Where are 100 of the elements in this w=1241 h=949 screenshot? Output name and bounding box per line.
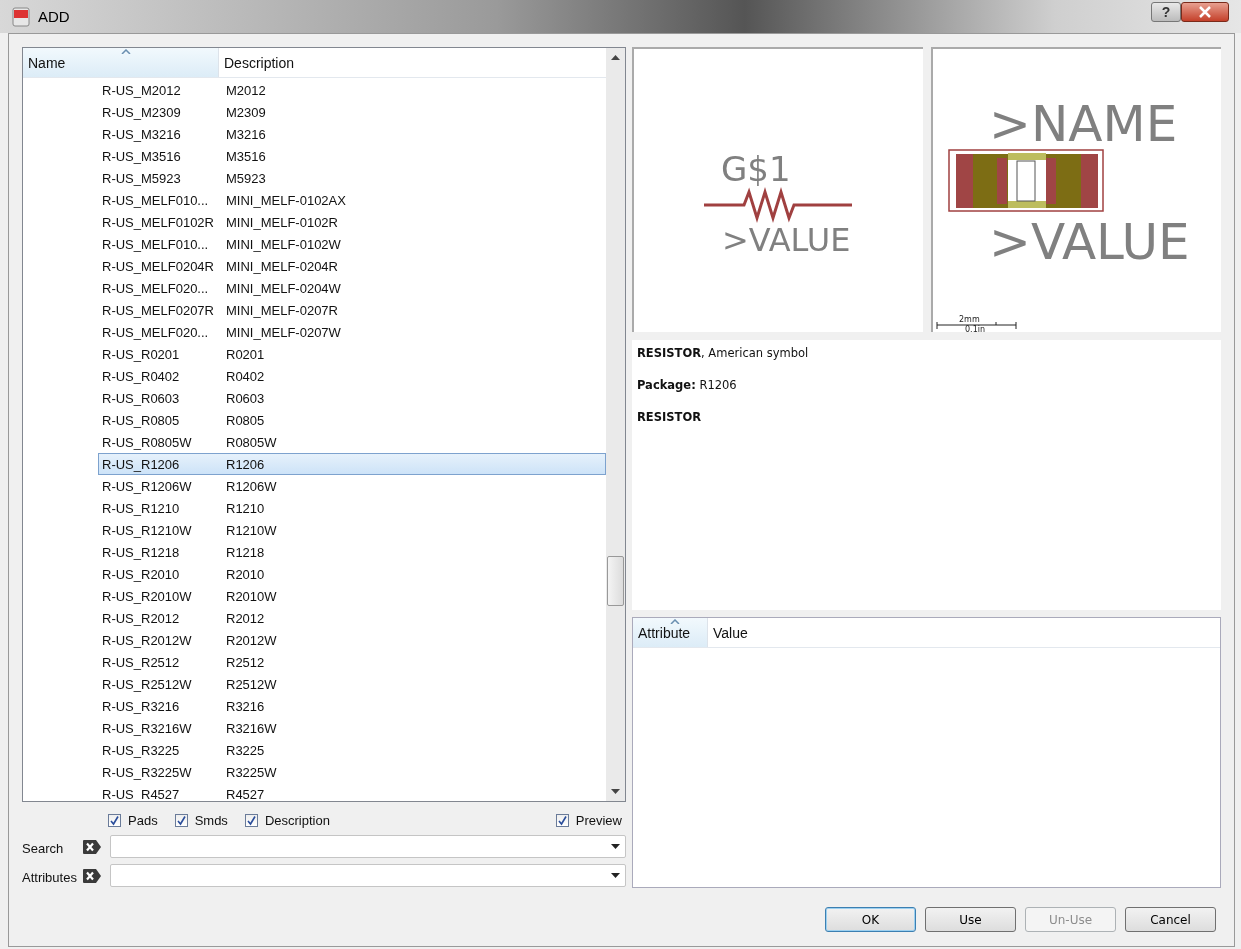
filter-checkbox[interactable]: Pads	[108, 812, 158, 828]
column-header[interactable]: Description	[219, 48, 606, 77]
name-cell-text: R-US_MELF0102R	[101, 214, 215, 230]
checkmark-icon	[109, 814, 120, 826]
filter-checkbox[interactable]: Description	[244, 812, 330, 828]
list-row[interactable]: R-US_MELF020... MINI_MELF-0207W	[98, 321, 606, 343]
name-cell-text: R-US_R1206W	[101, 478, 193, 494]
name-cell-text: R-US_R0603	[101, 390, 181, 406]
name-cell-text: R-US_MELF020...	[101, 324, 210, 340]
name-cell-text: R-US_R1218	[101, 544, 181, 560]
description-cell: MINI_MELF-0204W	[226, 280, 341, 296]
name-cell-text: R-US_R1210W	[101, 522, 193, 538]
scrollbar[interactable]	[606, 48, 625, 801]
name-cell-text: R-US_R1210	[101, 500, 181, 516]
name-cell-text: R-US_R0805	[101, 412, 181, 428]
dialog-button[interactable]: OK	[825, 907, 916, 932]
list-row[interactable]: R-US_R0805 R0805	[98, 409, 606, 431]
app-icon	[12, 6, 30, 27]
list-row[interactable]: R-US_R0805W R0805W	[98, 431, 606, 453]
list-row[interactable]: R-US_R1206 R1206	[98, 453, 606, 475]
list-row[interactable]: R-US_R3216W R3216W	[98, 717, 606, 739]
list-row[interactable]: R-US_M5923 M5923	[98, 167, 606, 189]
list-row[interactable]: R-US_M3216 M3216	[98, 123, 606, 145]
list-row[interactable]: R-US_M2309 M2309	[98, 101, 606, 123]
name-cell-text: R-US_R2512W	[101, 676, 193, 692]
checkmark-icon	[175, 814, 187, 826]
dropdown-icon[interactable]	[611, 844, 620, 849]
description-cell: M2012	[226, 82, 266, 98]
name-cell-text: R-US_R2012	[101, 610, 181, 626]
preview-checkbox[interactable]: Preview	[555, 812, 622, 828]
close-button[interactable]	[1181, 1, 1229, 22]
name-cell-text: R-US_R2010W	[101, 588, 193, 604]
description-text: Package: R1206	[637, 378, 737, 392]
list-row[interactable]: R-US_R4527 R4527	[98, 783, 606, 801]
dialog-button[interactable]: Use	[925, 907, 1016, 932]
list-row[interactable]: R-US_MELF010... MINI_MELF-0102AX	[98, 189, 606, 211]
dialog-button[interactable]: Cancel	[1125, 907, 1216, 932]
description-cell: MINI_MELF-0102R	[226, 214, 338, 230]
list-row[interactable]: R-US_R1206W R1206W	[98, 475, 606, 497]
scroll-thumb[interactable]	[607, 556, 624, 606]
field-label: Attributes	[22, 869, 78, 885]
list-row[interactable]: R-US_R2012W R2012W	[98, 629, 606, 651]
description-cell: R3225	[226, 742, 265, 758]
list-row[interactable]: R-US_MELF0204R MINI_MELF-0204R	[98, 255, 606, 277]
list-row[interactable]: R-US_R2512 R2512	[98, 651, 606, 673]
description-cell: R1206W	[226, 478, 277, 494]
list-row[interactable]: R-US_R2010 R2010	[98, 563, 606, 585]
list-row[interactable]: R-US_R2512W R2512W	[98, 673, 606, 695]
list-row[interactable]: R-US_M3516 M3516	[98, 145, 606, 167]
list-row[interactable]: R-US_R3216 R3216	[98, 695, 606, 717]
description-cell: R4527	[226, 786, 265, 801]
list-row[interactable]: R-US_MELF0207R MINI_MELF-0207R	[98, 299, 606, 321]
description-cell: R1206	[226, 456, 265, 472]
list-row[interactable]: R-US_R1210 R1210	[98, 497, 606, 519]
column-header[interactable]: Name	[23, 48, 219, 77]
scroll-down-icon[interactable]	[611, 789, 620, 795]
list-row[interactable]: R-US_R1210W R1210W	[98, 519, 606, 541]
field-label: Search	[22, 840, 65, 856]
window-title: ADD	[38, 8, 70, 25]
description-text: RESISTOR	[637, 410, 702, 424]
list-row[interactable]: R-US_MELF020... MINI_MELF-0204W	[98, 277, 606, 299]
description-cell: MINI_MELF-0102AX	[226, 192, 346, 208]
description-cell: R1218	[226, 544, 265, 560]
description-cell: R0201	[226, 346, 265, 362]
list-row[interactable]: R-US_R3225W R3225W	[98, 761, 606, 783]
description-cell: R0603	[226, 390, 265, 406]
name-cell-text: R-US_R2512	[101, 654, 181, 670]
description-cell: M5923	[226, 170, 266, 186]
filter-checkbox[interactable]: Smds	[174, 812, 228, 828]
list-row[interactable]: R-US_R2010W R2010W	[98, 585, 606, 607]
list-row[interactable]: R-US_MELF0102R MINI_MELF-0102R	[98, 211, 606, 233]
list-row[interactable]: R-US_R2012 R2012	[98, 607, 606, 629]
list-row[interactable]: R-US_R0402 R0402	[98, 365, 606, 387]
combo-field[interactable]	[110, 864, 626, 887]
checkmark-icon	[556, 814, 568, 826]
list-row[interactable]: R-US_MELF010... MINI_MELF-0102W	[98, 233, 606, 255]
description-cell: R1210W	[226, 522, 277, 538]
dropdown-icon[interactable]	[611, 873, 620, 878]
scroll-up-icon[interactable]	[611, 54, 620, 60]
clear-icon[interactable]	[82, 867, 102, 884]
list-row[interactable]: R-US_R0603 R0603	[98, 387, 606, 409]
description-cell: MINI_MELF-0207R	[226, 302, 338, 318]
name-cell-text: R-US_R2010	[101, 566, 181, 582]
symbol-value-label: >VALUE	[722, 221, 851, 259]
list-row[interactable]: R-US_R0201 R0201	[98, 343, 606, 365]
name-cell-text: R-US_MELF010...	[101, 192, 210, 208]
list-row[interactable]: R-US_M2012 M2012	[98, 79, 606, 101]
name-cell-text: R-US_MELF0207R	[101, 302, 215, 318]
list-row[interactable]: R-US_R1218 R1218	[98, 541, 606, 563]
scale-bar-icon	[936, 321, 1016, 330]
help-button[interactable]: ?	[1151, 1, 1181, 22]
clear-icon[interactable]	[82, 838, 102, 855]
name-cell-text: R-US_R2012W	[101, 632, 193, 648]
description-cell: R3216W	[226, 720, 277, 736]
name-cell-text: R-US_R0402	[101, 368, 181, 384]
list-row[interactable]: R-US_R3225 R3225	[98, 739, 606, 761]
description-cell: M3216	[226, 126, 266, 142]
combo-field[interactable]	[110, 835, 626, 858]
column-header[interactable]: Value	[708, 618, 1220, 647]
column-header[interactable]: Attribute	[633, 618, 708, 647]
